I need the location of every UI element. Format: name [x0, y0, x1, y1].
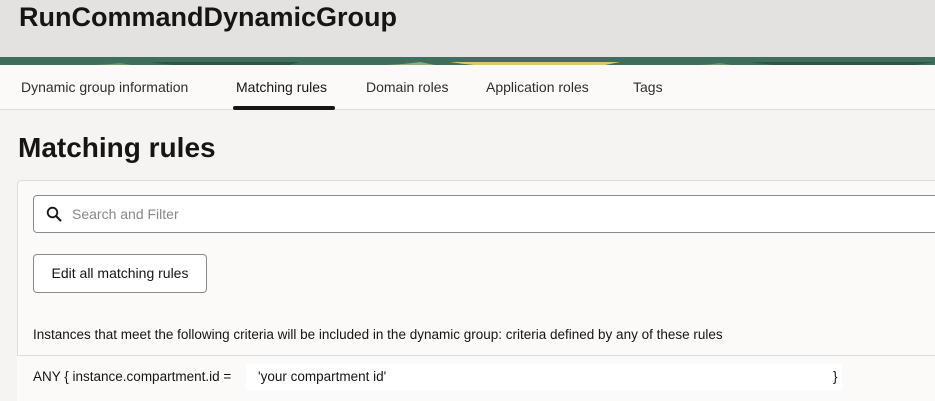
resource-title: RunCommandDynamicGroup — [19, 2, 398, 32]
tab-application-roles[interactable]: Application roles — [486, 79, 589, 95]
tab-dynamic-group-information[interactable]: Dynamic group information — [21, 79, 188, 95]
search-input[interactable] — [72, 204, 672, 224]
page-header: RunCommandDynamicGroup — [0, 0, 935, 58]
rule-suffix: } — [833, 369, 838, 384]
tab-bar: Dynamic group information Matching rules… — [0, 65, 935, 110]
criteria-description: Instances that meet the following criter… — [33, 327, 723, 342]
search-icon — [46, 206, 62, 222]
tab-domain-roles[interactable]: Domain roles — [366, 79, 448, 95]
page-title: Matching rules — [18, 132, 216, 163]
tab-matching-rules[interactable]: Matching rules — [236, 79, 327, 95]
active-tab-indicator — [233, 106, 335, 110]
rule-value: 'your compartment id' — [258, 369, 387, 384]
edit-all-matching-rules-button[interactable]: Edit all matching rules — [33, 254, 207, 293]
tab-tags[interactable]: Tags — [633, 79, 663, 95]
decorative-banner — [0, 57, 935, 65]
rule-prefix: ANY { instance.compartment.id = — [33, 369, 232, 384]
